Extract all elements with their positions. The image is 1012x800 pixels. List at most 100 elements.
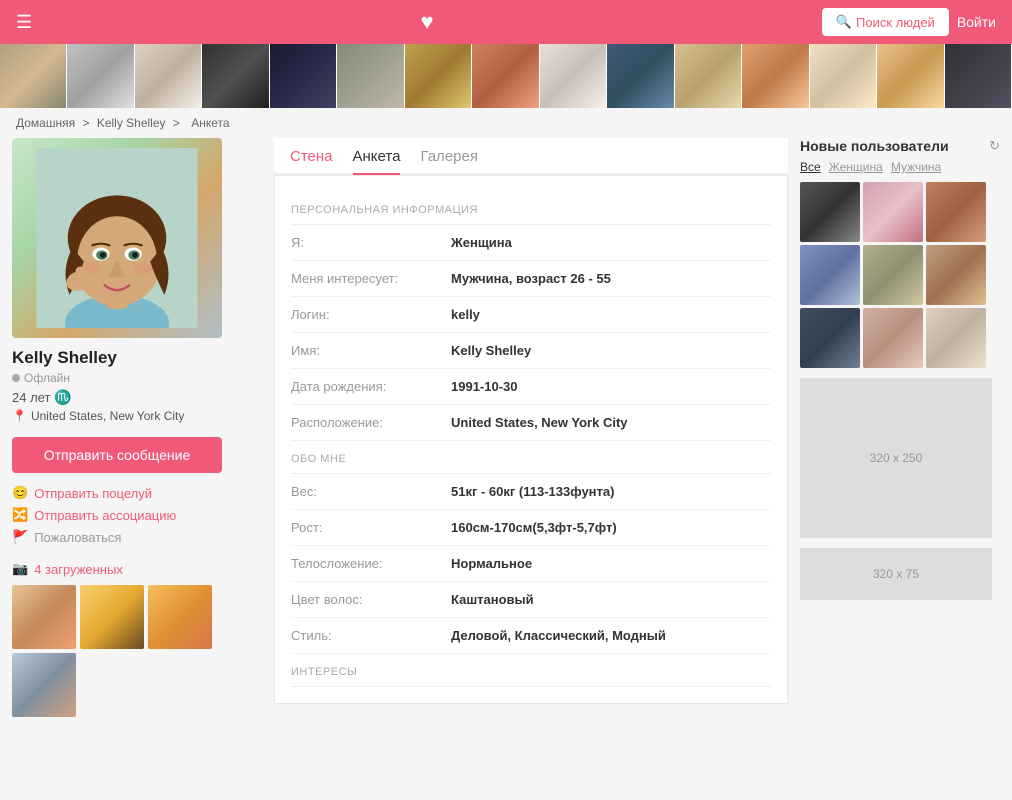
label-interested: Меня интересует: — [291, 271, 451, 286]
logo-heart-icon: ♥ — [420, 9, 433, 35]
value-height: 160см-170см(5,3фт-5,7фт) — [451, 520, 617, 535]
breadcrumb-sep2: > — [173, 116, 180, 130]
profile-location: 📍 United States, New York City — [12, 409, 262, 423]
header-actions: 🔍 Поиск людей Войти — [822, 8, 996, 36]
label-hair: Цвет волос: — [291, 592, 451, 607]
strip-photo-12[interactable] — [742, 44, 809, 108]
login-button[interactable]: Войти — [957, 14, 996, 30]
strip-photo-1[interactable] — [0, 44, 67, 108]
photo-thumb-2[interactable] — [80, 585, 144, 649]
camera-icon: 📷 — [12, 561, 28, 577]
users-grid — [800, 182, 1000, 368]
send-association-link[interactable]: 🔀 Отправить ассоциацию — [12, 507, 262, 523]
right-sidebar: Новые пользователи ↻ Все Женщина Мужчина… — [800, 138, 1000, 717]
user-thumb-2[interactable] — [863, 182, 923, 242]
menu-icon[interactable]: ☰ — [16, 12, 32, 33]
strip-photo-8[interactable] — [472, 44, 539, 108]
strip-photo-2[interactable] — [67, 44, 134, 108]
main-layout: Kelly Shelley Офлайн 24 лет ♏ 📍 United S… — [0, 138, 1012, 717]
strip-photo-10[interactable] — [607, 44, 674, 108]
strip-photo-6[interactable] — [337, 44, 404, 108]
breadcrumb-sep1: > — [82, 116, 89, 130]
info-row-style: Стиль: Деловой, Классический, Модный — [291, 618, 771, 654]
info-row-location: Расположение: United States, New York Ci… — [291, 405, 771, 441]
tab-gallery[interactable]: Галерея — [420, 148, 478, 173]
filter-female[interactable]: Женщина — [829, 160, 883, 174]
user-thumb-6[interactable] — [926, 245, 986, 305]
user-thumb-7[interactable] — [800, 308, 860, 368]
strip-photo-5[interactable] — [270, 44, 337, 108]
value-weight: 51кг - 60кг (113-133фунта) — [451, 484, 614, 499]
strip-photo-3[interactable] — [135, 44, 202, 108]
value-name: Kelly Shelley — [451, 343, 531, 358]
refresh-icon[interactable]: ↻ — [989, 138, 1000, 154]
user-thumb-5[interactable] — [863, 245, 923, 305]
tab-wall[interactable]: Стена — [290, 148, 333, 173]
label-height: Рост: — [291, 520, 451, 535]
filter-male[interactable]: Мужчина — [891, 160, 941, 174]
action-links: 😊 Отправить поцелуй 🔀 Отправить ассоциац… — [12, 485, 262, 545]
send-message-button[interactable]: Отправить сообщение — [12, 437, 222, 473]
info-row-gender: Я: Женщина — [291, 225, 771, 261]
info-row-login: Логин: kelly — [291, 297, 771, 333]
send-kiss-link[interactable]: 😊 Отправить поцелуй — [12, 485, 262, 501]
label-build: Телосложение: — [291, 556, 451, 571]
value-login: kelly — [451, 307, 480, 322]
info-row-name: Имя: Kelly Shelley — [291, 333, 771, 369]
ad-box-large: 320 x 250 — [800, 378, 992, 538]
value-interested: Мужчина, возраст 26 - 55 — [451, 271, 611, 286]
breadcrumb-home[interactable]: Домашняя — [16, 116, 75, 130]
info-row-birthday: Дата рождения: 1991-10-30 — [291, 369, 771, 405]
association-icon: 🔀 — [12, 507, 28, 523]
interests-title: ИНТЕРЕСЫ — [291, 654, 771, 687]
search-icon: 🔍 — [836, 14, 852, 30]
profile-tabs: Стена Анкета Галерея — [274, 138, 788, 175]
label-login: Логин: — [291, 307, 451, 322]
value-gender: Женщина — [451, 235, 512, 250]
strip-photo-4[interactable] — [202, 44, 269, 108]
profile-content: ПЕРСОНАЛЬНАЯ ИНФОРМАЦИЯ Я: Женщина Меня … — [274, 175, 788, 704]
profile-photo[interactable] — [12, 138, 222, 338]
new-users-header: Новые пользователи ↻ — [800, 138, 1000, 154]
report-link[interactable]: 🚩 Пожаловаться — [12, 529, 262, 545]
label-location: Расположение: — [291, 415, 451, 430]
zodiac-icon: ♏ — [54, 389, 71, 406]
info-row-hair: Цвет волос: Каштановый — [291, 582, 771, 618]
label-gender: Я: — [291, 235, 451, 250]
info-row-weight: Вес: 51кг - 60кг (113-133фунта) — [291, 474, 771, 510]
value-location: United States, New York City — [451, 415, 628, 430]
new-users-title: Новые пользователи — [800, 138, 949, 154]
user-thumb-3[interactable] — [926, 182, 986, 242]
profile-status: Офлайн — [12, 371, 262, 385]
tab-profile[interactable]: Анкета — [353, 148, 401, 175]
value-style: Деловой, Классический, Модный — [451, 628, 666, 643]
label-name: Имя: — [291, 343, 451, 358]
site-header: ☰ ♥ 🔍 Поиск людей Войти — [0, 0, 1012, 44]
filter-all[interactable]: Все — [800, 160, 821, 174]
photo-thumb-4[interactable] — [12, 653, 76, 717]
user-thumb-8[interactable] — [863, 308, 923, 368]
photo-strip — [0, 44, 1012, 108]
photo-thumb-1[interactable] — [12, 585, 76, 649]
user-thumb-4[interactable] — [800, 245, 860, 305]
strip-photo-9[interactable] — [540, 44, 607, 108]
user-thumb-1[interactable] — [800, 182, 860, 242]
strip-photo-7[interactable] — [405, 44, 472, 108]
strip-photo-14[interactable] — [877, 44, 944, 108]
strip-photo-15[interactable] — [945, 44, 1012, 108]
photo-count: 4 загруженных — [34, 562, 123, 577]
location-icon: 📍 — [12, 409, 27, 423]
strip-photo-13[interactable] — [810, 44, 877, 108]
photos-section: 📷 4 загруженных — [12, 561, 262, 717]
photo-thumb-3[interactable] — [148, 585, 212, 649]
info-row-build: Телосложение: Нормальное — [291, 546, 771, 582]
breadcrumb-user[interactable]: Kelly Shelley — [97, 116, 166, 130]
ad-box-small: 320 x 75 — [800, 548, 992, 600]
kiss-icon: 😊 — [12, 485, 28, 501]
search-button[interactable]: 🔍 Поиск людей — [822, 8, 949, 36]
strip-photo-11[interactable] — [675, 44, 742, 108]
user-thumb-9[interactable] — [926, 308, 986, 368]
info-row-height: Рост: 160см-170см(5,3фт-5,7фт) — [291, 510, 771, 546]
personal-info-title: ПЕРСОНАЛЬНАЯ ИНФОРМАЦИЯ — [291, 192, 771, 225]
profile-age: 24 лет ♏ — [12, 389, 262, 406]
